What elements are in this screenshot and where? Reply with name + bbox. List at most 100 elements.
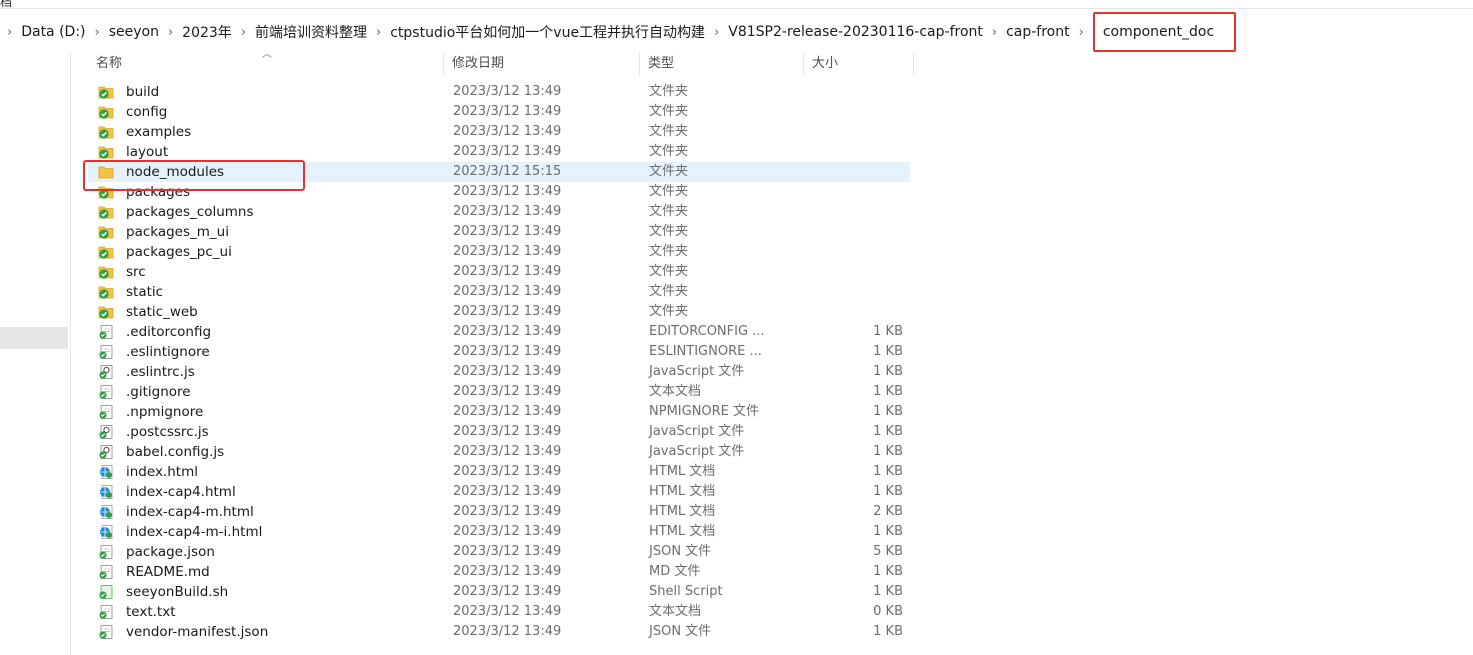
file-synced-icon [98,565,114,579]
breadcrumb-item[interactable]: 前端培训资料整理 [255,20,367,44]
file-synced-icon [98,605,114,619]
file-row[interactable]: .eslintignore 2023/3/12 13:49 ESLINTIGNORE… [88,342,910,362]
file-row[interactable]: vendor-manifest.json 2023/3/12 13:49 JSON … [88,622,910,642]
file-type: 文件夹 [649,144,689,159]
file-name: layout [126,144,169,160]
file-size: 1 KB [873,324,903,339]
file-row[interactable]: static_web 2023/3/12 13:49 文件夹 [88,302,910,322]
chevron-right-icon[interactable]: › [241,25,246,40]
file-row[interactable]: index-cap4-m-i.html 2023/3/12 13:49 HTML 文… [88,522,910,542]
file-type: MD 文件 [649,564,701,579]
column-header-size-label: 大小 [812,56,839,71]
column-header-date[interactable]: 修改日期 [444,52,640,76]
file-row[interactable]: .postcssrc.js 2023/3/12 13:49 JavaScript 文… [88,422,910,442]
file-row[interactable]: babel.config.js 2023/3/12 13:49 JavaScript… [88,442,910,462]
file-type: NPMIGNORE 文件 [649,404,760,419]
file-row[interactable]: seeyonBuild.sh 2023/3/12 13:49 Shell Scrip… [88,582,910,602]
file-date-modified: 2023/3/12 13:49 [453,524,562,539]
file-date-modified: 2023/3/12 13:49 [453,584,562,599]
file-row[interactable]: text.txt 2023/3/12 13:49 文本文档 0 KB [88,602,910,622]
file-row[interactable]: index.html 2023/3/12 13:49 HTML 文档 1 KB [88,462,910,482]
file-row[interactable]: .gitignore 2023/3/12 13:49 文本文档 1 KB [88,382,910,402]
file-row[interactable]: package.json 2023/3/12 13:49 JSON 文件 5 KB [88,542,910,562]
file-synced-icon [98,405,114,419]
chevron-right-icon[interactable]: › [1079,25,1084,40]
file-name: packages_columns [126,204,254,220]
file-date-modified: 2023/3/12 13:49 [453,364,562,379]
file-row[interactable]: README.md 2023/3/12 13:49 MD 文件 1 KB [88,562,910,582]
breadcrumb-item[interactable]: ctpstudio平台如何加一个vue工程并执行自动构建 [390,20,705,44]
breadcrumb-item[interactable]: component_doc [1092,12,1237,52]
breadcrumb-item[interactable]: 2023年 [182,20,232,44]
shell-file-icon [98,585,114,599]
file-type: 文件夹 [649,284,689,299]
address-bar-breadcrumb[interactable]: › Data (D:) › seeyon › 2023年 › 前端培训资料整理 › ctpstud… [0,12,1473,52]
file-date-modified: 2023/3/12 13:49 [453,384,562,399]
breadcrumb-item[interactable]: seeyon [109,22,159,42]
breadcrumb-item[interactable]: cap-front [1006,22,1070,42]
column-header-name-label: 名称 [96,56,123,71]
file-synced-icon [98,385,114,399]
file-size: 1 KB [873,344,903,359]
file-size: 1 KB [873,484,903,499]
file-row[interactable]: layout 2023/3/12 13:49 文件夹 [88,142,910,162]
file-name: index-cap4-m-i.html [126,524,263,540]
file-type: 文件夹 [649,164,689,179]
breadcrumb-item[interactable]: Data (D:) [21,22,85,42]
column-header-name[interactable]: 名称 ︿ [88,49,444,76]
column-header-type[interactable]: 类型 [640,52,804,76]
file-row[interactable]: index-cap4-m.html 2023/3/12 13:49 HTML 文档 2… [88,502,910,522]
file-row[interactable]: static 2023/3/12 13:49 文件夹 [88,282,910,302]
file-date-modified: 2023/3/12 13:49 [453,324,562,339]
file-row[interactable]: .editorconfig 2023/3/12 13:49 EDITORCONFIG… [88,322,910,342]
folder-synced-icon [98,225,114,239]
column-header-type-label: 类型 [648,56,675,71]
breadcrumb-item[interactable]: V81SP2-release-20230116-cap-front [728,22,983,42]
file-row[interactable]: build 2023/3/12 13:49 文件夹 [88,82,910,102]
file-size: 0 KB [873,604,903,619]
file-date-modified: 2023/3/12 13:49 [453,264,562,279]
file-name: index-cap4-m.html [126,504,254,520]
file-row[interactable]: packages_pc_ui 2023/3/12 13:49 文件夹 [88,242,910,262]
file-row[interactable]: packages_columns 2023/3/12 13:49 文件夹 [88,202,910,222]
file-date-modified: 2023/3/12 13:49 [453,344,562,359]
column-header-size[interactable]: 大小 [804,52,914,76]
file-row[interactable]: index-cap4.html 2023/3/12 13:49 HTML 文档 1 K… [88,482,910,502]
file-size: 1 KB [873,464,903,479]
chevron-right-icon[interactable]: › [95,25,100,40]
sort-ascending-icon: ︿ [262,49,272,60]
file-size: 1 KB [873,364,903,379]
file-size: 1 KB [873,524,903,539]
file-date-modified: 2023/3/12 13:49 [453,484,562,499]
file-name: static [126,284,164,300]
file-date-modified: 2023/3/12 13:49 [453,564,562,579]
file-row[interactable]: packages_m_ui 2023/3/12 13:49 文件夹 [88,222,910,242]
file-size: 1 KB [873,584,903,599]
html-file-icon [98,485,114,499]
file-name: static_web [126,304,198,320]
nav-pane-divider[interactable] [70,52,71,655]
file-date-modified: 2023/3/12 13:49 [453,444,562,459]
nav-pane-selected-item[interactable] [0,327,68,349]
file-row[interactable]: src 2023/3/12 13:49 文件夹 [88,262,910,282]
chevron-right-icon[interactable]: › [714,25,719,40]
chevron-right-icon[interactable]: › [376,25,381,40]
file-row[interactable]: .eslintrc.js 2023/3/12 13:49 JavaScript 文件… [88,362,910,382]
chevron-right-icon[interactable]: › [992,25,997,40]
file-name: .eslintignore [126,344,210,360]
file-name: index.html [126,464,198,480]
chevron-right-icon[interactable]: › [7,25,12,40]
file-date-modified: 2023/3/12 13:49 [453,144,562,159]
file-size: 1 KB [873,624,903,639]
file-synced-icon [98,345,114,359]
file-row[interactable]: config 2023/3/12 13:49 文件夹 [88,102,910,122]
file-size: 1 KB [873,564,903,579]
file-row[interactable]: examples 2023/3/12 13:49 文件夹 [88,122,910,142]
file-date-modified: 2023/3/12 13:49 [453,244,562,259]
file-row[interactable]: .npmignore 2023/3/12 13:49 NPMIGNORE 文件 1 K… [88,402,910,422]
file-type: 文件夹 [649,184,689,199]
file-date-modified: 2023/3/12 13:49 [453,404,562,419]
file-date-modified: 2023/3/12 13:49 [453,104,562,119]
file-type: JavaScript 文件 [649,364,745,379]
chevron-right-icon[interactable]: › [168,25,173,40]
